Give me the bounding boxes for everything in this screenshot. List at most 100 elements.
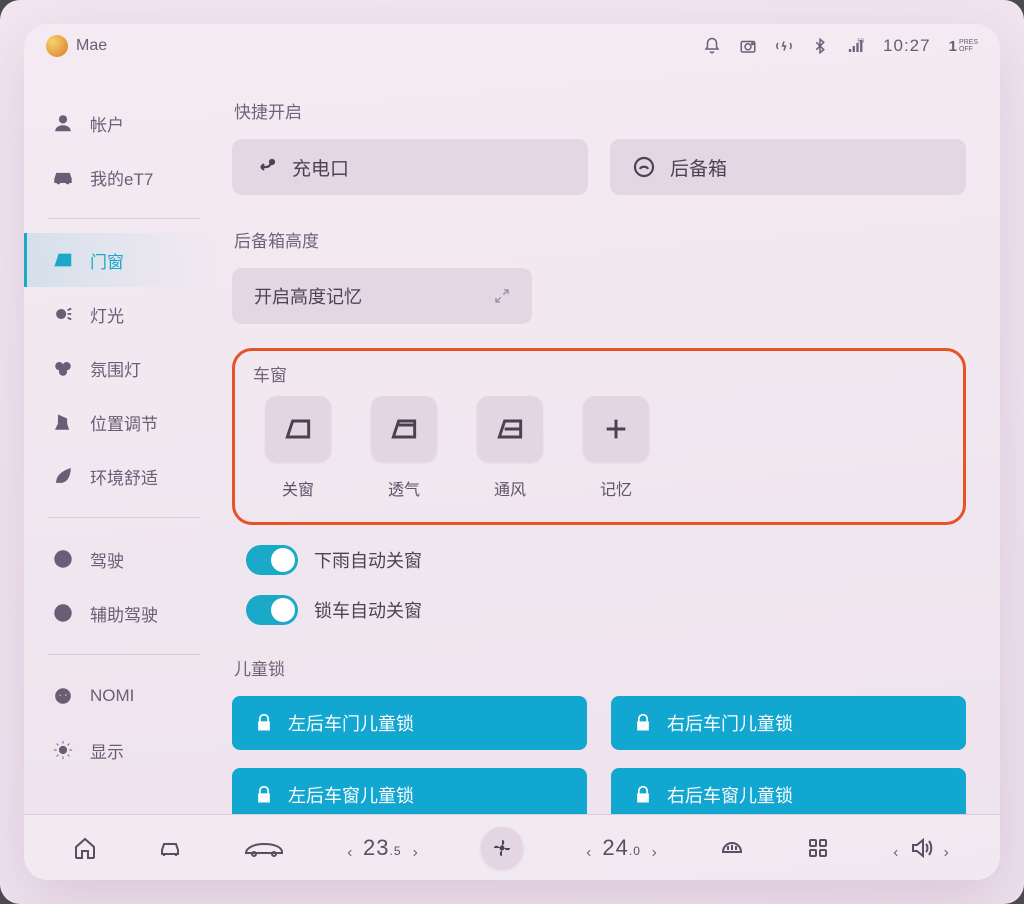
sidebar-item-position[interactable]: 位置调节 <box>24 395 224 449</box>
trunk-height-memory[interactable]: 开启高度记忆 <box>232 268 532 324</box>
dock-temp-right[interactable]: 24.0 <box>584 835 659 861</box>
divider <box>48 517 200 518</box>
window-close-icon <box>282 413 314 445</box>
sidebar-item-label: 我的eT7 <box>90 165 153 190</box>
sidebar-item-mycar[interactable]: 我的eT7 <box>24 150 224 204</box>
sidebar-item-lights[interactable]: 灯光 <box>24 287 224 341</box>
divider <box>48 654 200 655</box>
sidebar-item-driving[interactable]: 驾驶 <box>24 532 224 586</box>
brightness-icon <box>52 739 74 761</box>
lock-icon <box>633 713 653 733</box>
card-label: 后备箱 <box>670 154 727 181</box>
sidebar-item-comfort[interactable]: 环境舒适 <box>24 449 224 503</box>
windows-section-highlight: 车窗 关窗 透气 通风 <box>232 348 966 525</box>
lock-label: 右后车门儿童锁 <box>667 710 793 736</box>
defrost-icon <box>720 836 744 860</box>
dock-car-profile[interactable] <box>244 836 284 860</box>
dock-home[interactable] <box>73 836 97 860</box>
sidebar-item-nomi[interactable]: NOMI <box>24 669 224 723</box>
camera-icon[interactable] <box>739 37 757 55</box>
sidebar-item-adas[interactable]: 辅助驾驶 <box>24 586 224 640</box>
bottom-dock: 23.5 24.0 <box>24 814 1000 880</box>
childlock-rear-left-door[interactable]: 左后车门儿童锁 <box>232 696 587 750</box>
sidebar-item-label: 帐户 <box>90 111 124 136</box>
wireless-charging-icon[interactable] <box>775 37 793 55</box>
bell-icon[interactable] <box>703 37 721 55</box>
person-icon <box>52 112 74 134</box>
avatar <box>46 35 68 57</box>
window-label: 记忆 <box>600 476 632 500</box>
chevron-right-icon <box>649 843 659 853</box>
window-airflow-icon <box>494 413 526 445</box>
sidebar-item-label: 氛围灯 <box>90 356 141 381</box>
toggle-rain-auto-close: 下雨自动关窗 <box>246 545 966 575</box>
sidebar-item-ambient[interactable]: 氛围灯 <box>24 341 224 395</box>
gear-indicator: 1PRESOFF <box>949 39 978 54</box>
section-title-childlock: 儿童锁 <box>234 655 966 680</box>
window-close-all[interactable]: 关窗 <box>265 396 331 500</box>
trunk-icon <box>632 155 656 179</box>
speaker-icon <box>909 836 933 860</box>
chevron-left-icon <box>584 843 594 853</box>
dock-defrost[interactable] <box>720 836 744 860</box>
plug-icon <box>254 155 278 179</box>
chevron-left-icon <box>345 843 355 853</box>
apps-grid-icon <box>806 836 830 860</box>
sidebar-item-label: 显示 <box>90 738 124 763</box>
expand-icon <box>494 288 510 304</box>
dock-apps[interactable] <box>806 836 830 860</box>
user-name: Mae <box>76 37 107 55</box>
sidebar-item-label: 驾驶 <box>90 547 124 572</box>
lightbulb-icon <box>52 303 74 325</box>
window-airflow[interactable]: 通风 <box>477 396 543 500</box>
svg-text:5G: 5G <box>858 38 865 44</box>
sidebar-item-label: 环境舒适 <box>90 464 158 489</box>
chevron-right-icon <box>941 843 951 853</box>
window-label: 透气 <box>388 476 420 500</box>
sidebar-item-label: 门窗 <box>90 248 124 273</box>
toggle-label: 锁车自动关窗 <box>314 597 422 623</box>
card-label: 充电口 <box>292 154 349 181</box>
seat-icon <box>52 411 74 433</box>
window-label: 通风 <box>494 476 526 500</box>
chevron-right-icon <box>410 843 420 853</box>
adas-icon <box>52 602 74 624</box>
status-bar: Mae 5G 10:27 1P <box>24 24 1000 68</box>
sidebar-item-account[interactable]: 帐户 <box>24 96 224 150</box>
toggle-label: 下雨自动关窗 <box>314 547 422 573</box>
user-chip[interactable]: Mae <box>46 35 107 57</box>
dock-volume[interactable] <box>891 836 951 860</box>
dock-car[interactable] <box>158 836 182 860</box>
sidebar-item-display[interactable]: 显示 <box>24 723 224 777</box>
sidebar-item-label: 位置调节 <box>90 410 158 435</box>
window-memory-add[interactable]: 记忆 <box>583 396 649 500</box>
home-icon <box>73 836 97 860</box>
bluetooth-icon[interactable] <box>811 37 829 55</box>
sidebar: 帐户 我的eT7 门窗 灯光 氛围灯 <box>24 68 224 814</box>
sidebar-item-label: 辅助驾驶 <box>90 601 158 626</box>
window-vent[interactable]: 透气 <box>371 396 437 500</box>
switch-lock-auto[interactable] <box>246 595 298 625</box>
lock-label: 右后车窗儿童锁 <box>667 782 793 808</box>
dock-fan[interactable] <box>481 827 523 869</box>
quick-trunk[interactable]: 后备箱 <box>610 139 966 195</box>
lock-icon <box>254 785 274 805</box>
car-front-icon <box>158 836 182 860</box>
plus-icon <box>600 413 632 445</box>
nomi-icon <box>52 685 74 707</box>
car-icon <box>52 166 74 188</box>
content[interactable]: 快捷开启 充电口 后备箱 后备箱高度 开启高度记忆 <box>224 68 1000 814</box>
sidebar-item-doors-windows[interactable]: 门窗 <box>24 233 224 287</box>
childlock-rear-right-window[interactable]: 右后车窗儿童锁 <box>611 768 966 814</box>
car-side-icon <box>244 836 284 860</box>
sidebar-item-label: 灯光 <box>90 302 124 327</box>
door-window-icon <box>52 249 74 271</box>
childlock-rear-left-window[interactable]: 左后车窗儿童锁 <box>232 768 587 814</box>
section-title-windows: 车窗 <box>253 361 945 386</box>
quick-charge-port[interactable]: 充电口 <box>232 139 588 195</box>
toggle-lock-auto-close: 锁车自动关窗 <box>246 595 966 625</box>
lock-label: 左后车门儿童锁 <box>288 710 414 736</box>
dock-temp-left[interactable]: 23.5 <box>345 835 420 861</box>
childlock-rear-right-door[interactable]: 右后车门儿童锁 <box>611 696 966 750</box>
switch-rain-auto[interactable] <box>246 545 298 575</box>
